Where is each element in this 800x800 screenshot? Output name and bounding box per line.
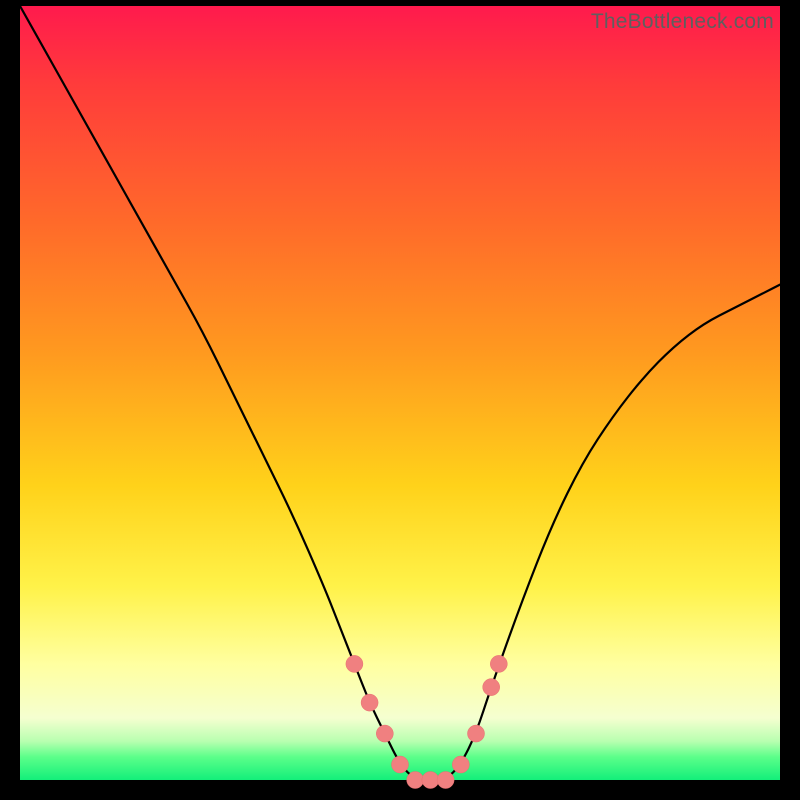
highlight-dot [407, 772, 424, 789]
highlight-dot [376, 725, 393, 742]
highlight-dot [452, 756, 469, 773]
highlight-dot [437, 772, 454, 789]
highlight-dots-group [346, 655, 507, 788]
highlight-dot [490, 655, 507, 672]
highlight-dot [422, 772, 439, 789]
bottleneck-curve-path [20, 6, 780, 780]
highlight-dot [483, 679, 500, 696]
bottleneck-curve-svg [20, 6, 780, 780]
chart-frame: TheBottleneck.com [20, 6, 780, 780]
highlight-dot [468, 725, 485, 742]
highlight-dot [346, 655, 363, 672]
highlight-dot [361, 694, 378, 711]
highlight-dot [392, 756, 409, 773]
